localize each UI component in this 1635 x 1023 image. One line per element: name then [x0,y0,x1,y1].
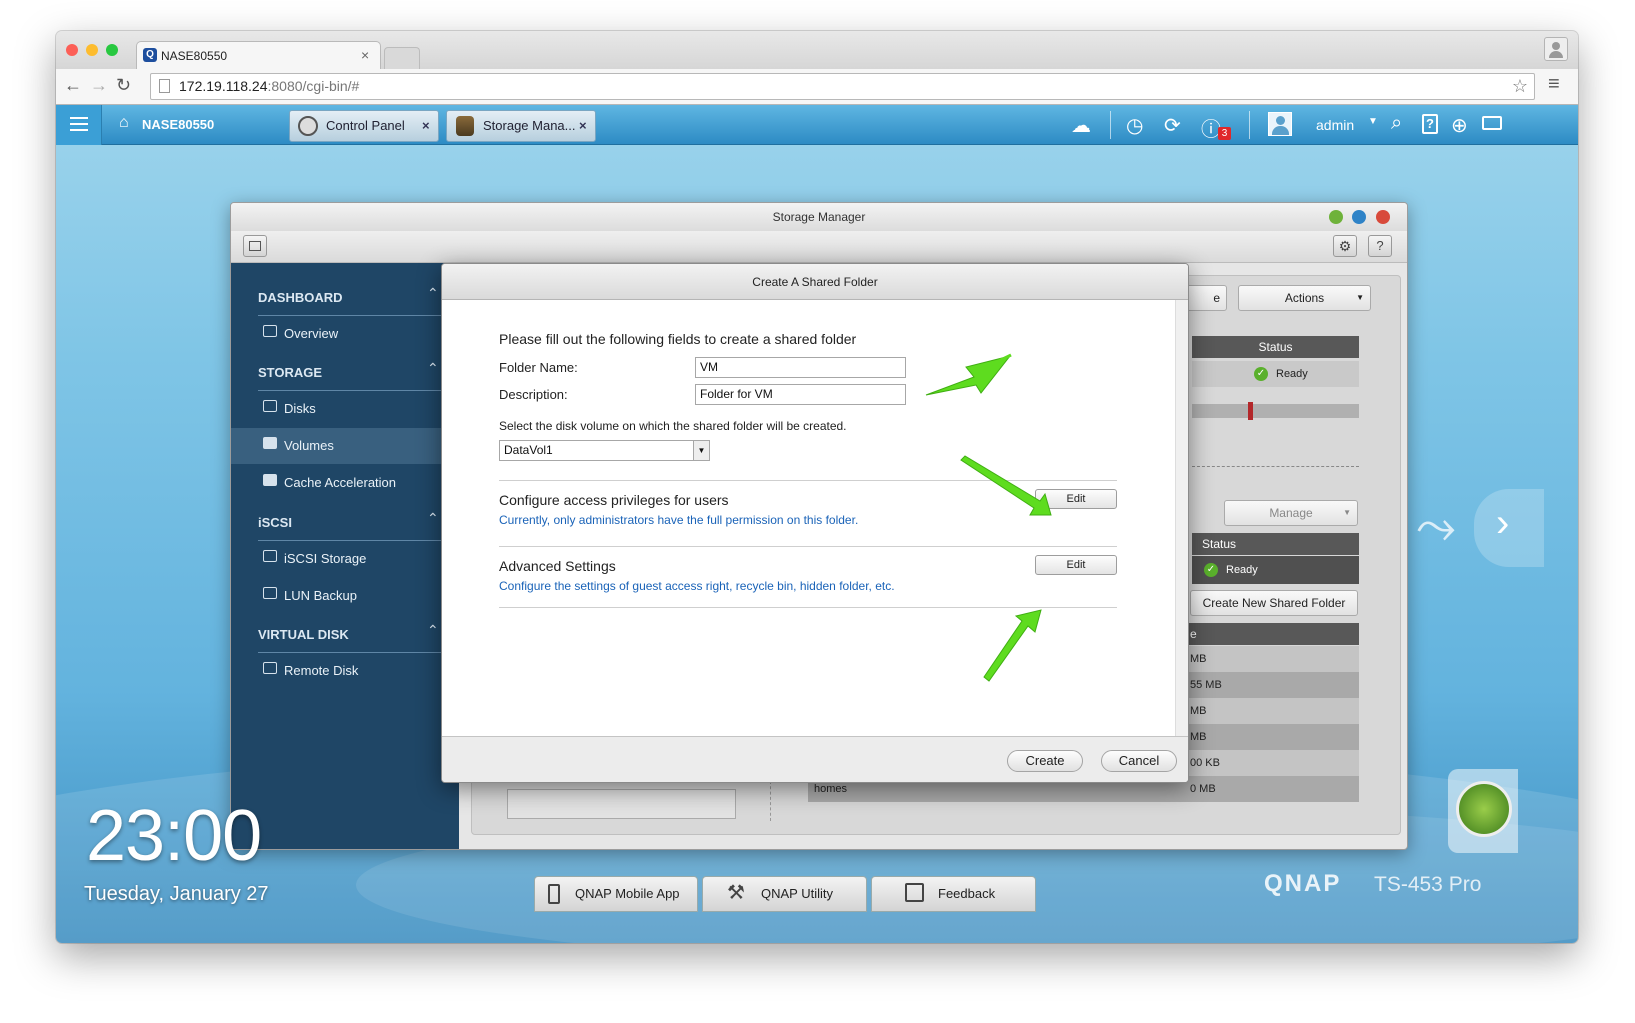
browser-toolbar: ← → ↻ 172.19.118.24:8080/cgi-bin/# ☆ ≡ [56,69,1578,105]
desktop-date: Tuesday, January 27 [84,883,269,905]
edit-icon [905,883,924,902]
annotation-arrows [925,353,1052,682]
address-bar[interactable]: 172.19.118.24:8080/cgi-bin/# ☆ [150,73,1535,100]
browser-window: Q NASE80550 × ← → ↻ 172.19.118.24:8080/c… [56,31,1578,943]
feedback-button[interactable]: Feedback [871,876,1036,912]
chevron-right-icon: › [1496,501,1510,545]
bottom-bar-label: QNAP Mobile App [575,886,680,901]
qnap-favicon-icon: Q [143,48,157,62]
qts-desktop: ⌂ NASE80550 Control Panel × Storage Mana… [56,105,1578,943]
desktop-clock: 23:00 [86,796,262,876]
close-tab-icon[interactable]: × [361,47,369,63]
gauge-icon [1456,781,1512,837]
hammer-icon: ⚒ [727,882,745,904]
forward-icon[interactable]: → [90,75,108,96]
bottom-bar-label: Feedback [938,886,996,901]
brand-logo: QNAP [1264,870,1342,897]
browser-tab[interactable]: Q NASE80550 × [136,41,381,70]
new-tab-button[interactable] [384,47,420,69]
qnap-utility-button[interactable]: ⚒ QNAP Utility [702,876,867,912]
close-window-button[interactable] [66,44,78,56]
swirl-decoration-icon: ⤳ [1416,498,1456,554]
qnap-mobile-app-button[interactable]: QNAP Mobile App [534,876,698,912]
arrow-to-advanced-edit [983,609,1042,682]
url-path: :8080/cgi-bin/# [267,78,360,94]
page-icon [159,79,170,93]
dashboard-widget[interactable] [1448,769,1518,853]
next-page-button[interactable]: › [1474,489,1544,567]
bookmark-star-icon[interactable]: ☆ [1512,74,1528,99]
arrow-to-access-edit [960,455,1052,516]
url-host: 172.19.118.24 [179,78,268,94]
model-name: TS-453 Pro [1374,873,1482,896]
browser-tab-strip: Q NASE80550 × [56,31,1578,70]
profile-icon[interactable] [1544,37,1568,61]
browser-menu-icon[interactable]: ≡ [1548,73,1560,96]
zoom-window-button[interactable] [106,44,118,56]
back-icon[interactable]: ← [64,75,82,96]
bottom-bar-label: QNAP Utility [761,886,833,901]
mobile-icon [548,884,560,904]
browser-tab-title: NASE80550 [161,49,228,63]
minimize-window-button[interactable] [86,44,98,56]
reload-icon[interactable]: ↻ [116,75,131,96]
